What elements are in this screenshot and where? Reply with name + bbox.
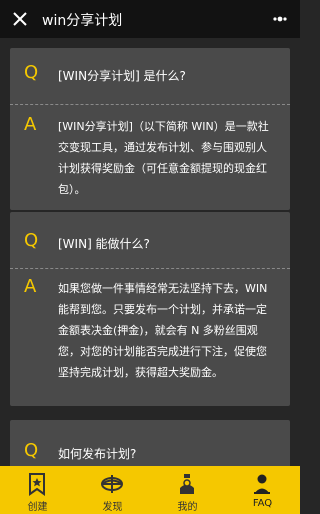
- question-text: 如何发布计划?: [58, 447, 137, 461]
- discover-icon: [101, 475, 123, 493]
- mine-icon: [180, 474, 194, 494]
- question-marker: Q: [24, 62, 39, 83]
- create-icon: [29, 473, 45, 496]
- more-icon[interactable]: [270, 10, 290, 28]
- question-row: Q [WIN] 能做什么?: [10, 212, 290, 269]
- tab-label: FAQ: [252, 498, 273, 509]
- faq-icon: [254, 474, 270, 494]
- tab-faq[interactable]: FAQ: [225, 466, 300, 514]
- tab-label: 我的: [177, 502, 198, 513]
- bottom-tab-bar: 创建 发现 我的 FAQ: [0, 466, 300, 514]
- top-bar: win分享计划: [0, 0, 300, 38]
- question-text: [WIN分享计划] 是什么?: [58, 69, 186, 83]
- answer-marker: A: [24, 276, 37, 297]
- tab-label: 创建: [27, 502, 48, 513]
- tab-discover[interactable]: 发现: [75, 466, 150, 514]
- answer-text: [WIN分享计划]（以下简称 WIN）是一款社交变现工具，通过发布计划、参与围观…: [58, 120, 269, 196]
- question-marker: Q: [24, 230, 39, 251]
- answer-marker: A: [24, 114, 37, 135]
- faq-card: Q [WIN] 能做什么? A 如果您做一件事情经常无法坚持下去，WIN 能帮到…: [10, 212, 290, 406]
- tab-label: 发现: [102, 502, 123, 513]
- question-row: Q [WIN分享计划] 是什么?: [10, 48, 290, 105]
- faq-card: Q [WIN分享计划] 是什么? A [WIN分享计划]（以下简称 WIN）是一…: [10, 48, 290, 210]
- question-text: [WIN] 能做什么?: [58, 237, 150, 251]
- close-icon[interactable]: [10, 9, 30, 29]
- tab-create[interactable]: 创建: [0, 466, 75, 514]
- answer-text: 如果您做一件事情经常无法坚持下去，WIN 能帮到您。只要发布一个计划，并承诺一定…: [58, 282, 268, 379]
- question-marker: Q: [24, 440, 39, 461]
- tab-mine[interactable]: 我的: [150, 466, 225, 514]
- page-title: win分享计划: [42, 13, 123, 29]
